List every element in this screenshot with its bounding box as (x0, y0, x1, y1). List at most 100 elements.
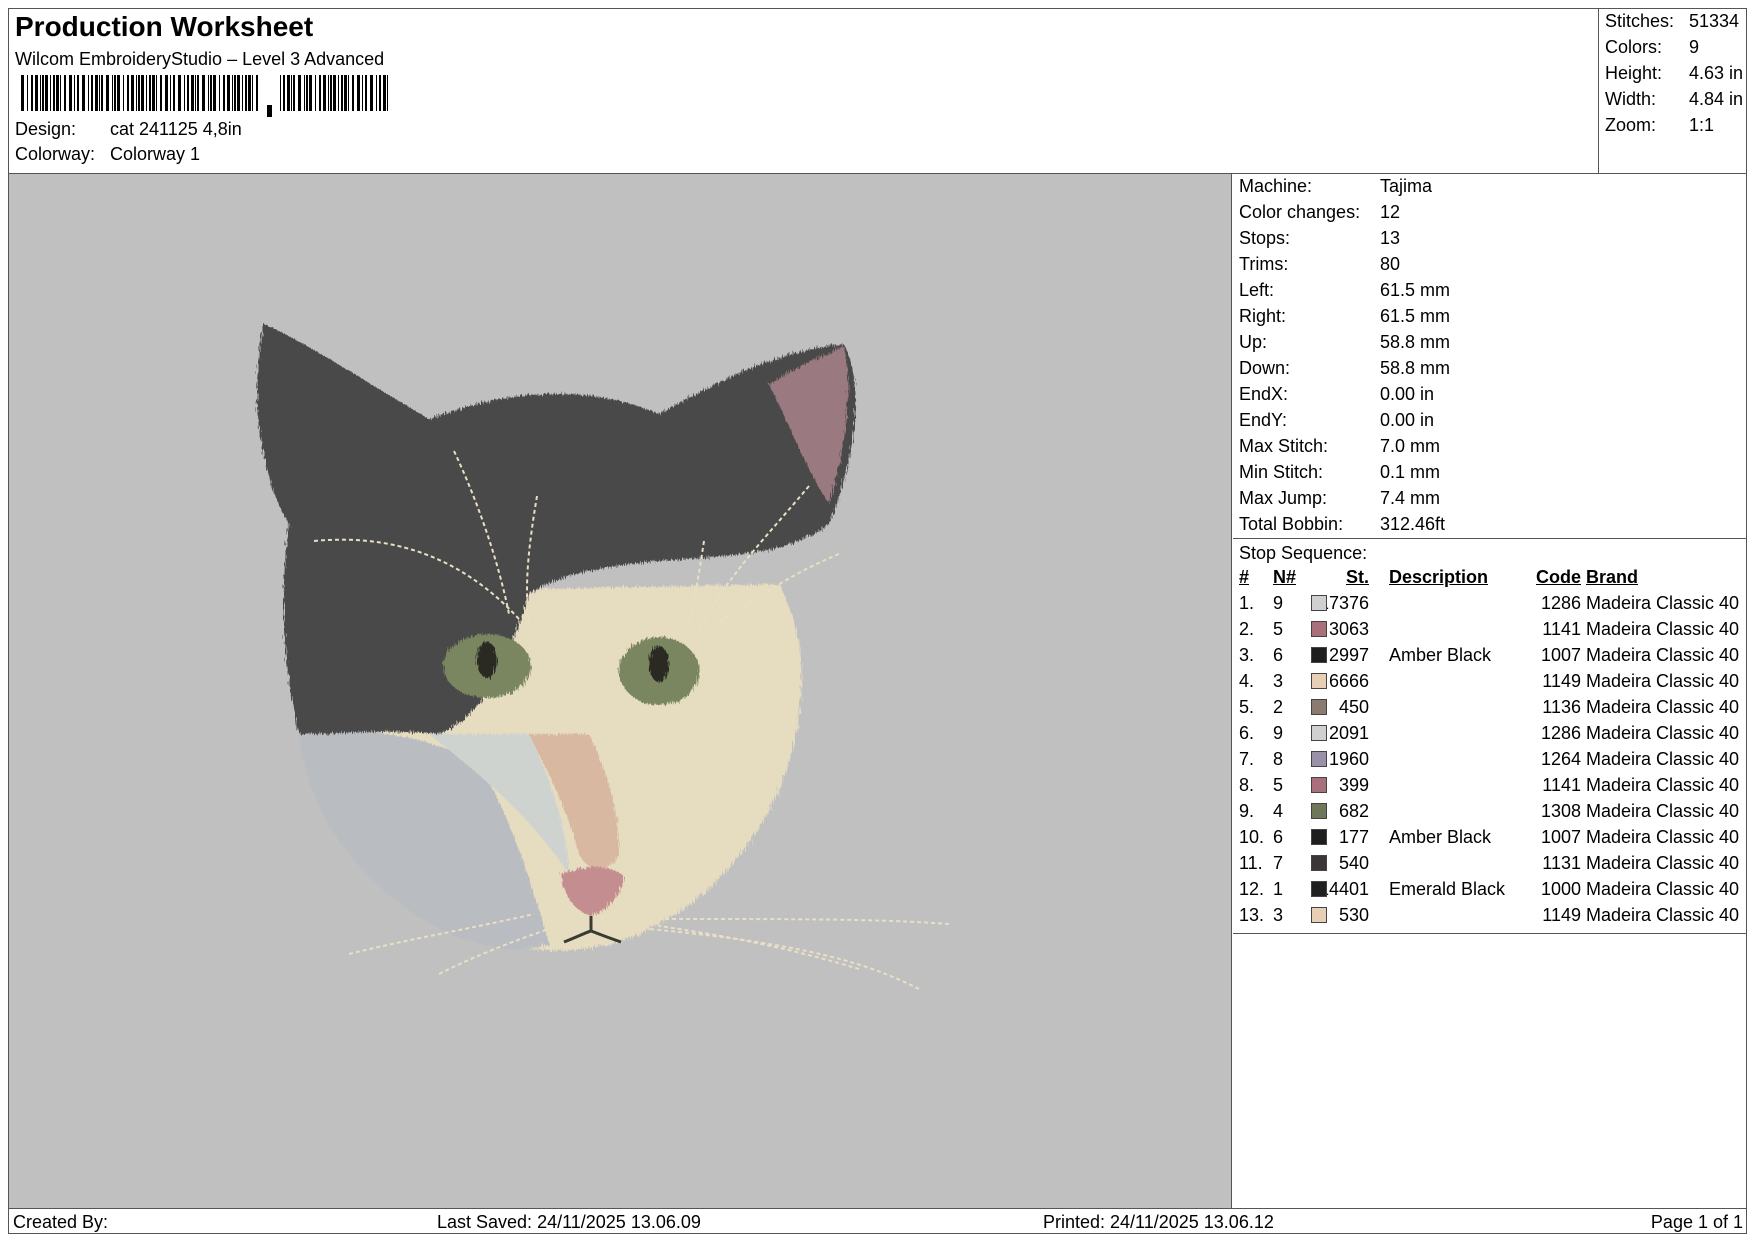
machine-value: 13 (1380, 228, 1401, 248)
colorway-value: Colorway 1 (110, 144, 201, 164)
color-swatch (1311, 673, 1327, 689)
machine-value: 58.8 mm (1380, 358, 1451, 378)
machine-label: Machine: (1239, 176, 1313, 196)
stat-label: Width: (1605, 89, 1657, 109)
thread-description: Emerald Black (1389, 879, 1506, 899)
machine-row: Color changes: 12 (1239, 202, 1400, 223)
thread-brand: Madeira Classic 40 (1586, 697, 1740, 717)
machine-label: Trims: (1239, 254, 1289, 274)
design-row: Design: cat 241125 4,8in (15, 119, 242, 140)
colorway-label: Colorway: (15, 144, 96, 164)
needle-number: 9 (1273, 723, 1284, 743)
machine-row: Down: 58.8 mm (1239, 358, 1450, 379)
table-row: 7. 8 1960 1264 Madeira Classic 40 (1233, 749, 1747, 775)
cat-embroidery-image (257, 324, 950, 990)
thread-code: 1286 (1540, 723, 1581, 743)
thread-brand: Madeira Classic 40 (1586, 671, 1740, 691)
stitch-count: 6666 (1328, 671, 1369, 691)
stat-stitches: Stitches: 51334 (1605, 11, 1739, 32)
software-name: Wilcom EmbroideryStudio – Level 3 Advanc… (15, 49, 385, 69)
col-num: # (1239, 567, 1250, 587)
color-swatch (1311, 907, 1327, 923)
machine-row: Total Bobbin: 312.46ft (1239, 514, 1445, 535)
table-row: 1. 9 17376 1286 Madeira Classic 40 (1233, 593, 1747, 619)
needle-number: 2 (1273, 697, 1284, 717)
thread-brand: Madeira Classic 40 (1586, 723, 1740, 743)
machine-row: Max Stitch: 7.0 mm (1239, 436, 1440, 457)
needle-number: 3 (1273, 671, 1284, 691)
col-code: Code (1536, 567, 1581, 587)
needle-number: 6 (1273, 827, 1284, 847)
color-swatch (1311, 595, 1327, 611)
machine-label: Down: (1239, 358, 1291, 378)
machine-label: EndX: (1239, 384, 1289, 404)
machine-value: 58.8 mm (1380, 332, 1451, 352)
stat-value: 4.63 in (1689, 63, 1744, 83)
stat-value: 51334 (1689, 11, 1740, 31)
thread-brand: Madeira Classic 40 (1586, 619, 1740, 639)
stitch-count: 2091 (1328, 723, 1369, 743)
thread-code: 1141 (1542, 619, 1581, 639)
stop-number: 13. (1239, 905, 1265, 925)
stat-width: Width: 4.84 in (1605, 89, 1743, 110)
color-swatch (1311, 829, 1327, 845)
stop-number: 8. (1239, 775, 1255, 795)
needle-number: 7 (1273, 853, 1284, 873)
stop-number: 4. (1239, 671, 1255, 691)
machine-row: Right: 61.5 mm (1239, 306, 1450, 327)
color-swatch (1311, 855, 1327, 871)
machine-value: 61.5 mm (1380, 280, 1451, 300)
thread-code: 1286 (1540, 593, 1581, 613)
stop-number: 2. (1239, 619, 1255, 639)
machine-row: Stops: 13 (1239, 228, 1400, 249)
thread-brand: Madeira Classic 40 (1586, 801, 1740, 821)
stitch-count: 399 (1338, 775, 1369, 795)
machine-row: EndY: 0.00 in (1239, 410, 1434, 431)
thread-code: 1308 (1540, 801, 1581, 821)
stat-label: Height: (1605, 63, 1663, 83)
stop-number: 11. (1239, 853, 1263, 873)
machine-value: 0.1 mm (1380, 462, 1441, 482)
page-number: Page 1 of 1 (1650, 1212, 1743, 1232)
machine-label: Min Stitch: (1239, 462, 1324, 482)
col-description: Description (1389, 567, 1489, 587)
color-swatch (1311, 621, 1327, 637)
thread-brand: Madeira Classic 40 (1586, 775, 1740, 795)
stat-value: 4.84 in (1689, 89, 1744, 109)
table-row: 9. 4 682 1308 Madeira Classic 40 (1233, 801, 1747, 827)
color-swatch (1311, 881, 1327, 897)
stitch-count: 540 (1338, 853, 1369, 873)
machine-row: Min Stitch: 0.1 mm (1239, 462, 1440, 483)
printed-date: Printed: 24/11/2025 13.06.12 (1043, 1212, 1274, 1232)
color-swatch (1311, 803, 1327, 819)
machine-value: 7.4 mm (1380, 488, 1441, 508)
needle-number: 9 (1273, 593, 1284, 613)
stop-sequence: Stop Sequence: # N# St. Description Code… (1233, 539, 1747, 934)
table-row: 4. 3 6666 1149 Madeira Classic 40 (1233, 671, 1747, 697)
needle-number: 5 (1273, 619, 1284, 639)
machine-label: Total Bobbin: (1239, 514, 1344, 534)
barcode-icon (21, 75, 388, 117)
thread-brand: Madeira Classic 40 (1586, 905, 1740, 925)
machine-label: Max Jump: (1239, 488, 1328, 508)
machine-label: Stops: (1239, 228, 1291, 248)
page-title: Production Worksheet (15, 11, 314, 42)
stop-number: 3. (1239, 645, 1255, 665)
table-row: 13. 3 530 1149 Madeira Classic 40 (1233, 905, 1747, 931)
stat-height: Height: 4.63 in (1605, 63, 1743, 84)
machine-value: 0.00 in (1380, 410, 1435, 430)
needle-number: 3 (1273, 905, 1284, 925)
table-row: 11. 7 540 1131 Madeira Classic 40 (1233, 853, 1747, 879)
stat-colors: Colors: 9 (1605, 37, 1699, 58)
stitch-count: 177 (1338, 827, 1369, 847)
machine-row: Left: 61.5 mm (1239, 280, 1450, 301)
stat-label: Stitches: (1605, 11, 1675, 31)
thread-brand: Madeira Classic 40 (1586, 853, 1740, 873)
machine-value: 7.0 mm (1380, 436, 1441, 456)
table-row: 8. 5 399 1141 Madeira Classic 40 (1233, 775, 1747, 801)
worksheet-header: Production Worksheet Wilcom EmbroiderySt… (9, 9, 1598, 174)
needle-number: 1 (1273, 879, 1284, 899)
thread-brand: Madeira Classic 40 (1586, 827, 1740, 847)
color-swatch (1311, 751, 1327, 767)
stop-number: 6. (1239, 723, 1255, 743)
